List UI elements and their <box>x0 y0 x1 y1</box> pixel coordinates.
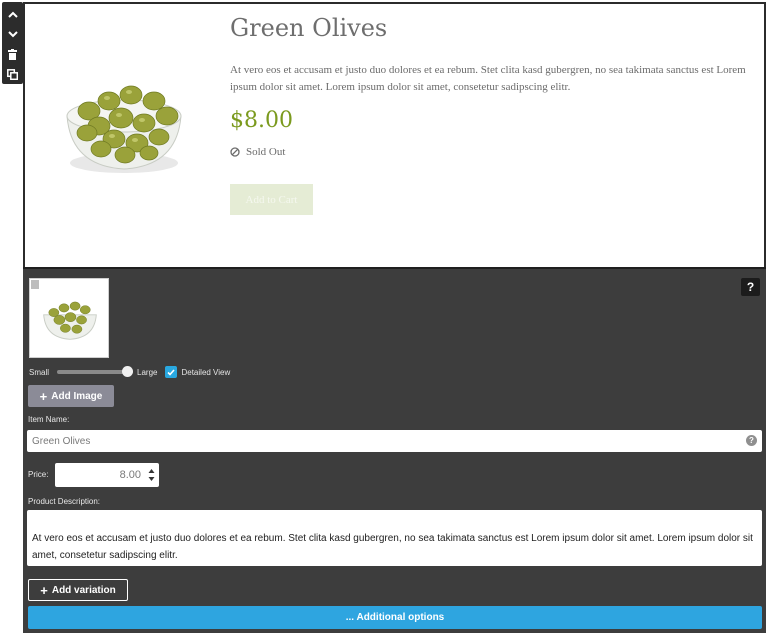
unavailable-icon <box>230 147 240 157</box>
stock-status: Sold Out <box>230 146 285 158</box>
product-preview: Green Olives At vero eos et accusam et j… <box>23 2 766 267</box>
price-input[interactable]: 8.00 <box>55 463 159 487</box>
product-description-label: Product Description: <box>28 497 101 506</box>
product-price: $8.00 <box>230 108 293 133</box>
detailed-view-label: Detailed View <box>181 367 231 377</box>
product-description-input[interactable]: At vero eos et accusam et justo duo dolo… <box>27 510 762 566</box>
help-button[interactable]: ? <box>741 278 760 296</box>
detailed-view-checkbox[interactable] <box>165 366 178 378</box>
price-value: 8.00 <box>119 469 141 481</box>
add-variation-button[interactable]: + Add variation <box>28 579 128 601</box>
duplicate-button[interactable] <box>2 64 23 84</box>
add-variation-label: Add variation <box>51 584 116 596</box>
add-image-label: Add Image <box>51 390 103 402</box>
duplicate-icon <box>7 68 18 80</box>
move-down-button[interactable] <box>2 24 23 44</box>
item-name-input[interactable]: Green Olives ? <box>27 430 762 452</box>
image-size-control: Small Large Detailed View <box>29 365 230 379</box>
additional-options-button[interactable]: ... Additional options <box>28 606 762 629</box>
add-to-cart-button[interactable]: Add to Cart <box>230 184 313 215</box>
plus-icon: + <box>39 388 48 404</box>
item-name-label: Item Name: <box>28 415 70 424</box>
block-toolbar <box>2 2 23 84</box>
price-label: Price: <box>28 470 49 479</box>
size-small-label: Small <box>29 367 50 377</box>
stock-status-label: Sold Out <box>246 146 286 158</box>
delete-button[interactable] <box>2 44 23 64</box>
item-name-help-icon[interactable]: ? <box>746 435 757 446</box>
price-stepper-icon[interactable] <box>148 468 155 482</box>
trash-icon <box>8 48 17 60</box>
size-large-label: Large <box>137 367 158 377</box>
product-description: At vero eos et accusam et justo duo dolo… <box>230 64 746 93</box>
move-up-button[interactable] <box>2 4 23 24</box>
plus-icon: + <box>40 582 48 598</box>
olive-bowl-image <box>66 85 182 173</box>
checkmark-icon <box>167 368 176 376</box>
product-title: Green Olives <box>230 14 388 42</box>
chevron-up-icon <box>7 11 18 18</box>
image-thumbnail[interactable] <box>29 278 109 358</box>
image-size-slider-thumb[interactable] <box>122 366 134 377</box>
thumbnail-handle[interactable] <box>31 280 39 289</box>
product-editor: ? Small Large Detailed View + Add Image … <box>23 267 766 633</box>
olive-bowl-thumbnail <box>43 301 97 340</box>
add-image-button[interactable]: + Add Image <box>28 385 114 407</box>
chevron-down-icon <box>7 30 18 37</box>
item-name-value: Green Olives <box>32 435 91 447</box>
image-size-slider[interactable] <box>57 366 134 377</box>
